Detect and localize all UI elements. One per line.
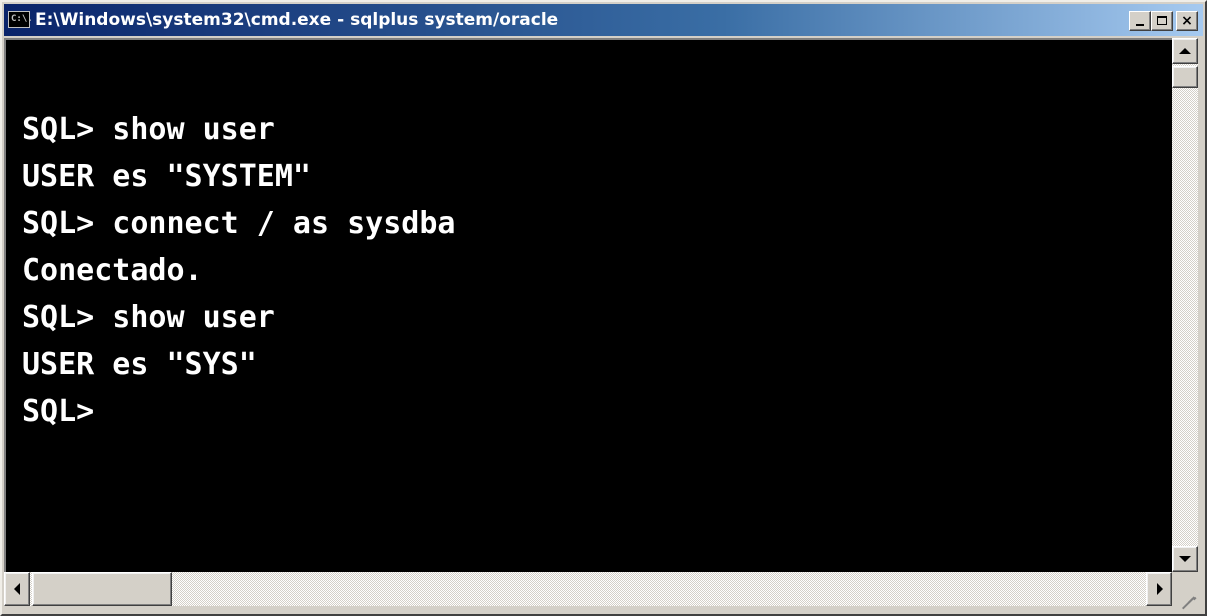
close-icon: × [1181, 13, 1193, 29]
window-title: E:\Windows\system32\cmd.exe - sqlplus sy… [35, 10, 559, 30]
minimize-icon [1136, 24, 1144, 26]
close-button[interactable]: × [1176, 11, 1198, 31]
horizontal-scroll-thumb[interactable] [32, 572, 172, 606]
title-bar[interactable]: C:\. E:\Windows\system32\cmd.exe - sqlpl… [4, 4, 1203, 36]
vertical-scroll-thumb[interactable] [1172, 66, 1198, 88]
scroll-right-arrow-icon [1157, 583, 1163, 595]
scroll-down-button[interactable] [1172, 546, 1198, 572]
resize-grip-icon[interactable] [1172, 572, 1198, 610]
console-app-icon[interactable]: C:\. [8, 11, 33, 28]
scroll-left-button[interactable] [4, 572, 30, 606]
horizontal-scrollbar[interactable] [4, 572, 1172, 606]
scroll-up-arrow-icon [1179, 48, 1191, 54]
console-line: SQL> [22, 394, 95, 429]
console-app-icon-label: C:\. [11, 14, 33, 24]
scroll-left-arrow-icon [14, 583, 20, 595]
maximize-icon [1157, 16, 1167, 25]
console-line: SQL> connect / as sysdba [22, 206, 456, 241]
minimize-button[interactable] [1129, 11, 1151, 31]
scroll-down-arrow-icon [1179, 556, 1191, 562]
console-line: SQL> show user [22, 300, 275, 335]
scroll-right-button[interactable] [1146, 572, 1172, 606]
maximize-button[interactable] [1151, 11, 1173, 31]
console-line: USER es "SYS" [22, 347, 257, 382]
console-line: USER es "SYSTEM" [22, 159, 311, 194]
scroll-up-button[interactable] [1172, 38, 1198, 64]
vertical-scrollbar[interactable] [1172, 38, 1198, 572]
console-line: SQL> show user [22, 112, 275, 147]
console-line: Conectado. [22, 253, 203, 288]
console-output[interactable]: SQL> show user USER es "SYSTEM" SQL> con… [4, 38, 1172, 572]
